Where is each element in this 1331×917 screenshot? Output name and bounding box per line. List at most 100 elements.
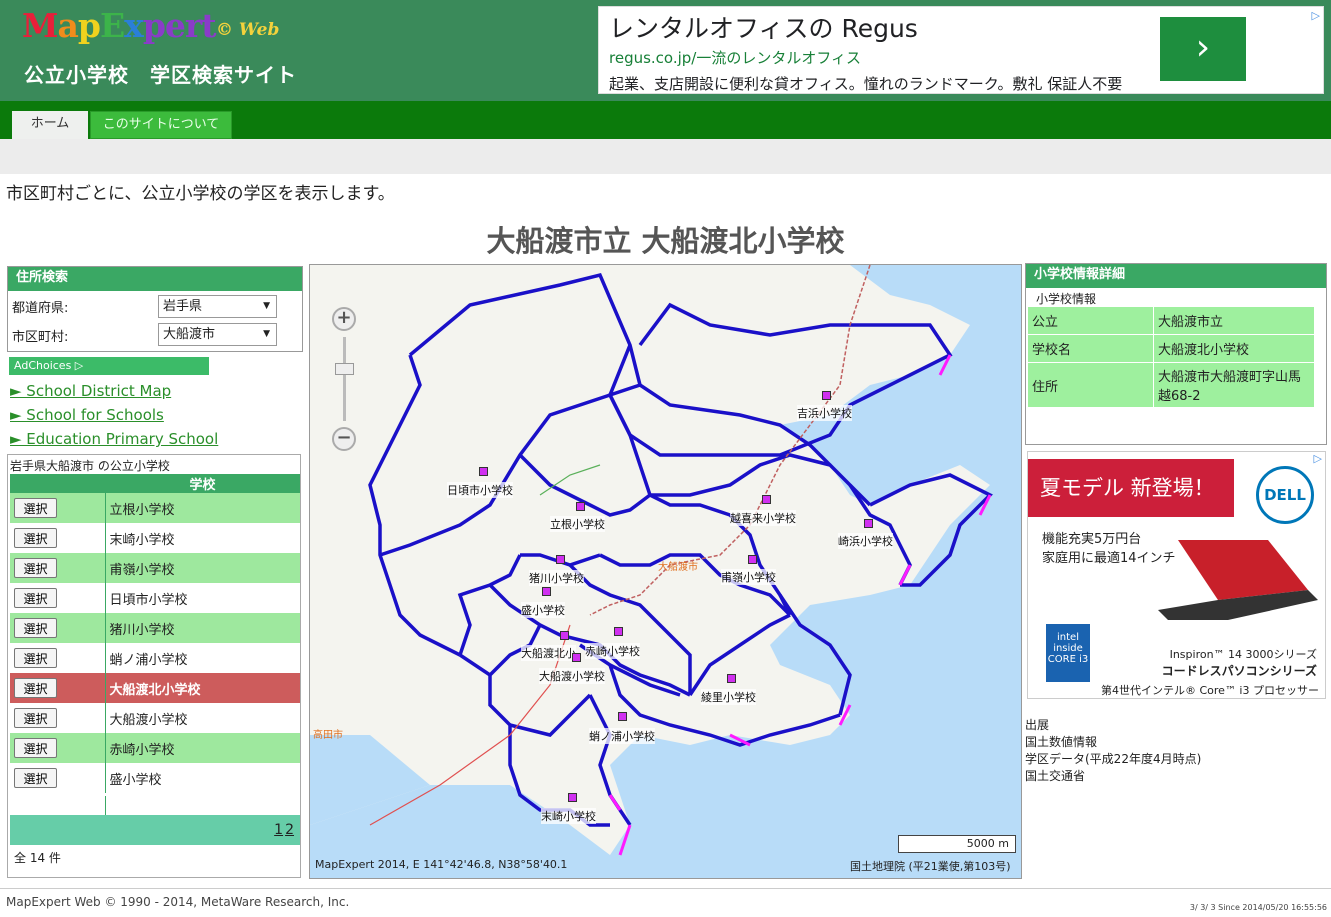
- page-link-2[interactable]: 2: [285, 822, 294, 838]
- source-line: 国土交通省: [1025, 769, 1086, 783]
- school-name: 日頃市小学校: [104, 583, 300, 613]
- detail-key: 学校名: [1027, 334, 1154, 363]
- school-map-label: 立根小学校: [550, 516, 605, 532]
- select-school-button[interactable]: 選択: [14, 558, 57, 578]
- school-row[interactable]: 選択 立根小学校: [10, 493, 300, 523]
- school-row[interactable]: 選択 末崎小学校: [10, 523, 300, 553]
- chevron-down-icon: ▼: [263, 301, 270, 311]
- top-ad-banner[interactable]: レンタルオフィスの Regus regus.co.jp/一流のレンタルオフィス …: [598, 6, 1324, 94]
- tab-about[interactable]: このサイトについて: [90, 111, 232, 139]
- school-row[interactable]: 選択 甫嶺小学校: [10, 553, 300, 583]
- source-line: 国土数値情報: [1025, 735, 1098, 749]
- address-search-panel: 住所検索 都道府県: 岩手県 ▼ 市区町村: 大船渡市 ▼: [7, 266, 303, 352]
- school-name: 甫嶺小学校: [104, 553, 300, 583]
- source-line: 出展: [1025, 718, 1050, 732]
- school-name: 赤崎小学校: [104, 733, 300, 763]
- detail-key: 公立: [1027, 306, 1154, 335]
- zoom-slider-track[interactable]: [343, 337, 346, 421]
- detail-row: 学校名 大船渡北小学校: [1027, 334, 1315, 363]
- city-select[interactable]: 大船渡市 ▼: [158, 323, 277, 346]
- school-marker[interactable]: [822, 391, 831, 400]
- detail-value: 大船渡市立: [1153, 306, 1315, 335]
- school-map-label: 蛸ノ浦小学校: [589, 728, 655, 744]
- school-map-label: 甫嶺小学校: [721, 569, 776, 585]
- laptop-image[interactable]: [1158, 540, 1318, 640]
- school-table: 学校 選択 立根小学校 選択 末崎小学校 選択 甫嶺小学校 選択 日頃市小学校 選択 猪川小学校選…: [10, 474, 300, 793]
- ad-headline[interactable]: 夏モデル 新登場！: [1028, 459, 1234, 517]
- select-school-button[interactable]: 選択: [14, 648, 57, 668]
- select-school-button[interactable]: 選択: [14, 768, 57, 788]
- detail-value: 大船渡北小学校: [1153, 334, 1315, 363]
- school-name: 大船渡北小学校: [104, 673, 300, 703]
- total-count: 全 14 件: [14, 851, 61, 865]
- school-row[interactable]: 選択 猪川小学校: [10, 613, 300, 643]
- school-marker[interactable]: [479, 467, 488, 476]
- school-row[interactable]: 選択 盛小学校: [10, 763, 300, 793]
- school-name: 盛小学校: [104, 763, 300, 793]
- school-row[interactable]: 選択 大船渡小学校: [10, 703, 300, 733]
- select-school-button[interactable]: 選択: [14, 588, 57, 608]
- school-row[interactable]: 選択 日頃市小学校: [10, 583, 300, 613]
- tab-home[interactable]: ホーム: [12, 111, 88, 139]
- ad-description: 起業、支店開設に便利な貸オフィス。憧れのランドマーク。敷礼 保証人不要: [609, 75, 1123, 93]
- ad-line-2: 家庭用に最適14インチ: [1042, 551, 1176, 566]
- school-map-label: 盛小学校: [521, 602, 565, 618]
- school-map-label: 末崎小学校: [541, 808, 596, 824]
- school-map-label: 崎浜小学校: [838, 533, 893, 549]
- prefecture-select[interactable]: 岩手県 ▼: [158, 295, 277, 318]
- school-marker[interactable]: [614, 627, 623, 636]
- ad-link-school-for-schools[interactable]: ► School for Schools: [10, 406, 164, 424]
- select-school-button[interactable]: 選択: [14, 498, 57, 518]
- map-coordinates: MapExpert 2014, E 141°42'46.8, N38°58'40…: [315, 858, 568, 871]
- side-ad-banner[interactable]: 夏モデル 新登場！ DELL 機能充実5万円台 家庭用に最適14インチ inte…: [1027, 451, 1326, 699]
- logo-web-suffix: © Web: [216, 20, 280, 40]
- school-details-table: 公立 大船渡市立 学校名 大船渡北小学校 住所 大船渡市大船渡町字山馬越68-2: [1027, 306, 1315, 408]
- ad-title[interactable]: レンタルオフィスの Regus: [609, 9, 918, 45]
- select-school-button[interactable]: 選択: [14, 528, 57, 548]
- site-title: 公立小学校 学区検索サイト: [24, 63, 297, 87]
- table-filler: [10, 796, 300, 816]
- page-title: 大船渡市立 大船渡北小学校: [486, 224, 845, 258]
- select-school-button[interactable]: 選択: [14, 708, 57, 728]
- school-row[interactable]: 選択 大船渡北小学校: [10, 673, 300, 703]
- adchoices-label[interactable]: AdChoices ▷: [9, 357, 209, 375]
- school-row[interactable]: 選択 赤崎小学校: [10, 733, 300, 763]
- school-marker-selected[interactable]: [560, 631, 569, 640]
- ad-product-2: コードレスパソコンシリーズ: [1161, 664, 1317, 678]
- place-name-takata: 高田市: [313, 730, 343, 741]
- school-row[interactable]: 選択 蛸ノ浦小学校: [10, 643, 300, 673]
- ad-product-1: Inspiron™ 14 3000シリーズ: [1169, 648, 1317, 661]
- school-name: 大船渡小学校: [104, 703, 300, 733]
- school-marker[interactable]: [568, 793, 577, 802]
- ad-link-education-primary-school[interactable]: ► Education Primary School: [10, 430, 218, 448]
- page-link-1[interactable]: 1: [274, 822, 283, 838]
- ad-link-school-district-map[interactable]: ► School District Map: [10, 382, 171, 400]
- site-logo[interactable]: MapExpert: [22, 6, 217, 45]
- school-marker[interactable]: [618, 712, 627, 721]
- zoom-slider-handle[interactable]: [335, 363, 354, 375]
- select-school-button[interactable]: 選択: [14, 678, 57, 698]
- intro-text: 市区町村ごとに、公立小学校の学区を表示します。: [6, 184, 395, 204]
- school-marker[interactable]: [727, 674, 736, 683]
- school-name: 猪川小学校: [104, 613, 300, 643]
- school-list-panel: 岩手県大船渡市 の公立小学校 学校 選択 立根小学校 選択 末崎小学校 選択 甫嶺小学校選…: [7, 454, 301, 878]
- school-marker[interactable]: [542, 587, 551, 596]
- school-district-map[interactable]: + − 大船渡市 高田市 吉浜小学校 日頃市小学校 越喜来小学校 立根小学校 崎…: [309, 264, 1022, 879]
- adchoices-icon[interactable]: ▷: [1314, 452, 1322, 465]
- ad-arrow-button[interactable]: ›: [1160, 17, 1246, 81]
- adchoices-icon[interactable]: ▷: [1312, 9, 1320, 22]
- school-marker[interactable]: [556, 555, 565, 564]
- select-school-button[interactable]: 選択: [14, 618, 57, 638]
- school-marker[interactable]: [864, 519, 873, 528]
- zoom-in-button[interactable]: +: [332, 307, 356, 331]
- main-nav: ホーム このサイトについて: [0, 101, 1331, 139]
- school-marker[interactable]: [748, 555, 757, 564]
- zoom-out-button[interactable]: −: [332, 427, 356, 451]
- detail-row: 住所 大船渡市大船渡町字山馬越68-2: [1027, 362, 1315, 408]
- ad-url[interactable]: regus.co.jp/一流のレンタルオフィス: [609, 47, 861, 68]
- dell-logo[interactable]: DELL: [1256, 466, 1314, 524]
- school-marker[interactable]: [576, 502, 585, 511]
- school-marker[interactable]: [762, 495, 771, 504]
- select-school-button[interactable]: 選択: [14, 738, 57, 758]
- school-marker[interactable]: [572, 653, 581, 662]
